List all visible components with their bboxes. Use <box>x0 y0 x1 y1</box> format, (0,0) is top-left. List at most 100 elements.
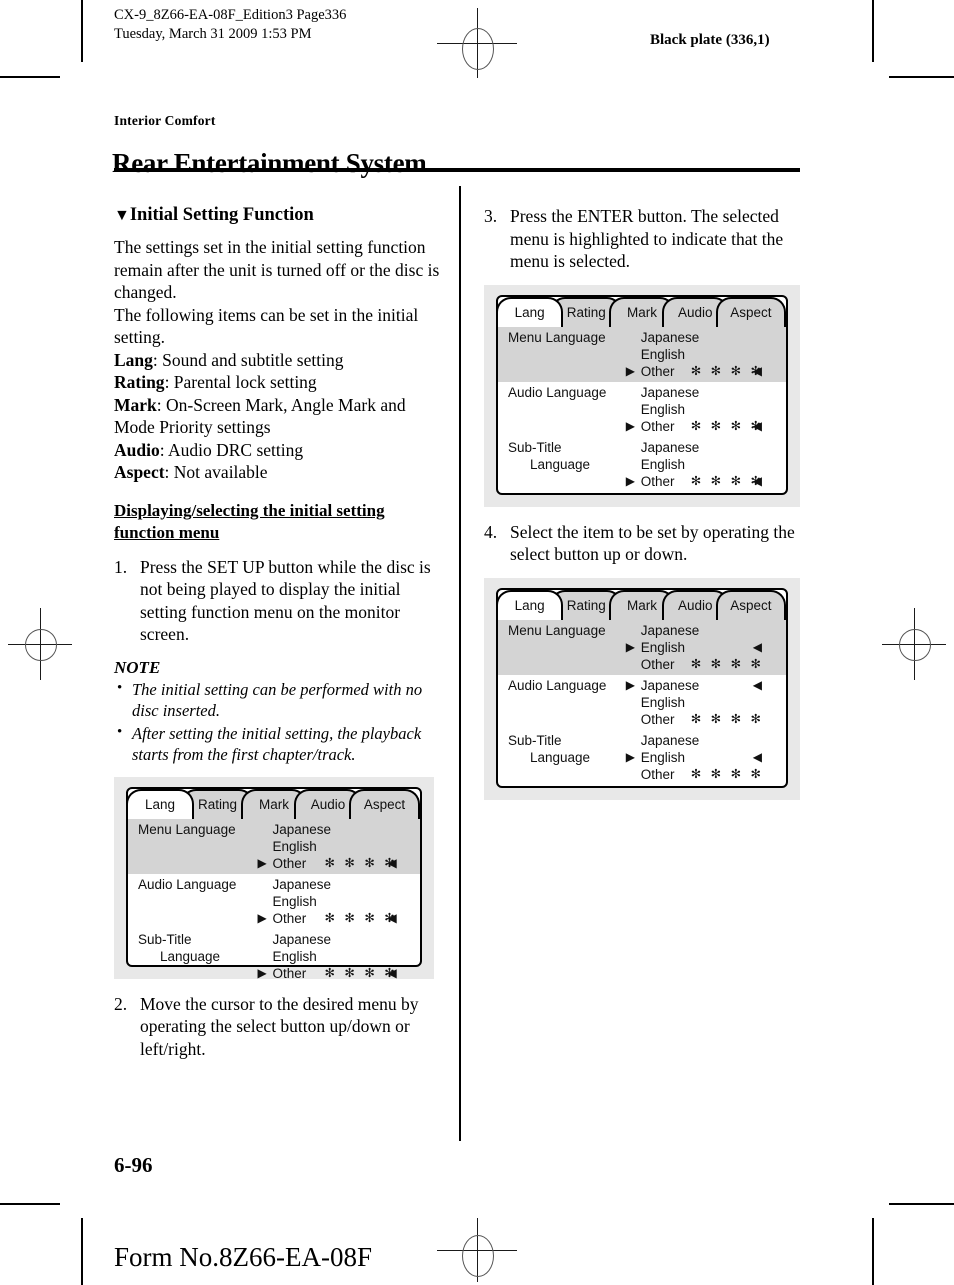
step-4: 4. Select the item to be set by operatin… <box>484 521 816 566</box>
screen-mock-3: Lang Rating Mark Audio Aspect Menu Langu… <box>496 587 788 788</box>
crop-mark-bottom-left-vertical <box>81 1218 83 1285</box>
note-list: • The initial setting can be performed w… <box>114 679 446 765</box>
step-4-number: 4. <box>484 521 498 542</box>
screen-setting-group[interactable]: Menu Language Japanese ▶ English ◀ Other ✻ ✻ ✻… <box>498 619 786 675</box>
screen-option-row[interactable]: Japanese <box>625 384 786 401</box>
bullet-icon: • <box>117 723 123 740</box>
screen-setting-group[interactable]: Audio Language ▶ Japanese ◀ English Other ✻ ✻ … <box>498 675 786 730</box>
screen-option-row[interactable]: Other ✻ ✻ ✻ ✻ <box>625 656 786 673</box>
screen-option-label: Other <box>640 418 675 434</box>
screen-tab-aspect[interactable]: Aspect <box>715 296 786 327</box>
header-divider-rule <box>114 168 800 172</box>
screen-option-label: English <box>640 749 685 765</box>
screen-setting-group[interactable]: Audio Language Japanese English ▶ Other ✻ ✻ ✻… <box>498 382 786 437</box>
screen-setting-group[interactable]: Menu Language Japanese English ▶ Other ✻ ✻ ✻ … <box>128 818 420 874</box>
arrow-left-icon: ◀ <box>387 910 397 925</box>
screen-tab-lang[interactable]: Lang <box>126 788 195 819</box>
screen-option-row[interactable]: Japanese <box>625 622 786 639</box>
screen-tab-label: Audio <box>677 598 713 613</box>
cursor-right-icon: ▶ <box>625 749 635 764</box>
crop-mark-top-left-horizontal <box>0 76 60 78</box>
screen-option-list: Japanese English ▶ Other ✻ ✻ ✻ ✻ ◀ <box>256 931 420 982</box>
screen-option-label: Japanese <box>640 732 700 748</box>
screen-tab-aspect[interactable]: Aspect <box>349 788 420 819</box>
definition-desc-lang: : Sound and subtitle setting <box>152 349 344 370</box>
screen-option-row[interactable]: English <box>256 893 420 910</box>
screen-tabs-2: Lang Rating Mark Audio Aspect <box>496 296 786 327</box>
screen-setting-label: Menu Language <box>498 329 625 380</box>
arrow-left-icon: ◀ <box>752 749 762 764</box>
step-3-number: 3. <box>484 206 498 226</box>
screen-option-row[interactable]: Japanese <box>256 821 420 838</box>
note-item-text: After setting the initial setting, the p… <box>132 723 422 764</box>
definition-term-aspect: Aspect <box>114 462 165 483</box>
screen-option-list: ▶ Japanese ◀ English Other ✻ ✻ ✻ ✻ <box>625 677 786 728</box>
cursor-right-icon: ▶ <box>625 473 635 488</box>
screen-option-row[interactable]: ▶ Other ✻ ✻ ✻ ✻ ◀ <box>625 418 786 435</box>
screen-setting-label-line: Audio Language <box>508 384 607 400</box>
screen-tab-aspect[interactable]: Aspect <box>715 589 786 620</box>
screen-option-row[interactable]: English <box>625 694 786 711</box>
screen-setting-label-line: Menu Language <box>508 622 606 638</box>
screen-option-row[interactable]: English <box>256 838 420 855</box>
screen-option-label: Japanese <box>272 821 332 837</box>
screen-option-label: English <box>640 639 685 655</box>
registration-mark-bottom <box>437 1218 517 1282</box>
cursor-right-icon: ▶ <box>257 855 267 870</box>
screen-option-row[interactable]: ▶ English ◀ <box>625 749 786 766</box>
screen-setting-group[interactable]: Sub-Title Language Japanese English ▶ Other ✻ … <box>498 437 786 492</box>
screen-option-row[interactable]: Japanese <box>256 876 420 893</box>
definition-term-audio: Audio <box>114 439 160 460</box>
screen-option-row[interactable]: Other ✻ ✻ ✻ ✻ <box>625 711 786 728</box>
screen-tab-label: Rating <box>197 797 237 813</box>
registration-mark-right <box>882 608 946 680</box>
crop-mark-bottom-right-vertical <box>872 1218 874 1285</box>
screen-option-row[interactable]: ▶ English ◀ <box>625 639 786 656</box>
figure-initial-setting-menu-1: Lang Rating Mark Audio Aspect Menu Langu… <box>114 776 434 981</box>
subsection-heading: ▼Initial Setting Function <box>114 205 446 226</box>
arrow-left-icon: ◀ <box>387 855 397 870</box>
screen-option-row[interactable]: English <box>256 948 420 965</box>
screen-option-row[interactable]: ▶ Japanese ◀ <box>625 677 786 694</box>
screen-setting-group[interactable]: Sub-Title Language Japanese ▶ English ◀ Other ✻… <box>498 730 786 785</box>
screen-option-row[interactable]: ▶ Other ✻ ✻ ✻ ✻ ◀ <box>256 855 420 872</box>
screen-option-label: English <box>272 948 317 964</box>
screen-setting-label: Audio Language <box>128 876 256 927</box>
screen-option-row[interactable]: Other ✻ ✻ ✻ ✻ <box>625 766 786 783</box>
screen-option-label: Japanese <box>272 931 332 947</box>
print-file-name: CX-9_8Z66-EA-08F_Edition3 Page336 <box>114 7 347 23</box>
screen-option-label: English <box>640 401 685 417</box>
screen-setting-group[interactable]: Sub-Title Language Japanese English ▶ Other ✻ … <box>128 929 420 984</box>
screen-option-row[interactable]: Japanese <box>625 329 786 346</box>
screen-setting-label: Audio Language <box>498 384 625 435</box>
crop-mark-bottom-right-horizontal <box>889 1203 954 1205</box>
note-item: • The initial setting can be performed w… <box>114 679 446 721</box>
screen-setting-label-line: Audio Language <box>138 876 237 892</box>
right-column: 3. Press the ENTER button. The selected … <box>484 205 816 800</box>
screen-option-row[interactable]: ▶ Other ✻ ✻ ✻ ✻ ◀ <box>256 910 420 927</box>
arrow-left-icon: ◀ <box>752 363 762 378</box>
screen-option-row[interactable]: English <box>625 456 786 473</box>
screen-mock-1: Lang Rating Mark Audio Aspect Menu Langu… <box>126 786 422 981</box>
screen-option-row[interactable]: ▶ Other ✻ ✻ ✻ ✻ ◀ <box>625 473 786 490</box>
crop-mark-top-right-horizontal <box>889 76 954 78</box>
screen-option-row[interactable]: ▶ Other ✻ ✻ ✻ ✻ ◀ <box>625 363 786 380</box>
screen-option-row[interactable]: English <box>625 346 786 363</box>
black-plate-label: Black plate (336,1) <box>650 32 770 48</box>
screen-tab-lang[interactable]: Lang <box>496 296 564 327</box>
bullet-icon: • <box>117 679 123 696</box>
screen-option-row[interactable]: Japanese <box>256 931 420 948</box>
screen-setting-group[interactable]: Menu Language Japanese English ▶ Other ✻ ✻ ✻ … <box>498 326 786 382</box>
screen-setting-group[interactable]: Audio Language Japanese English ▶ Other ✻ ✻ ✻… <box>128 874 420 929</box>
page-number: 6-96 <box>114 1153 153 1177</box>
screen-option-label: English <box>640 694 685 710</box>
screen-option-row[interactable]: English <box>625 401 786 418</box>
screen-option-row[interactable]: Japanese <box>625 732 786 749</box>
screen-option-row[interactable]: Japanese <box>625 439 786 456</box>
screen-tab-lang[interactable]: Lang <box>496 589 564 620</box>
figure-initial-setting-menu-3: Lang Rating Mark Audio Aspect Menu Langu… <box>484 577 800 800</box>
screen-option-label: Japanese <box>640 384 700 400</box>
screen-option-row[interactable]: ▶ Other ✻ ✻ ✻ ✻ ◀ <box>256 965 420 982</box>
screen-tab-label: Aspect <box>363 797 406 813</box>
screen-panel-3: Menu Language Japanese ▶ English ◀ Other ✻ ✻ ✻… <box>498 619 786 785</box>
